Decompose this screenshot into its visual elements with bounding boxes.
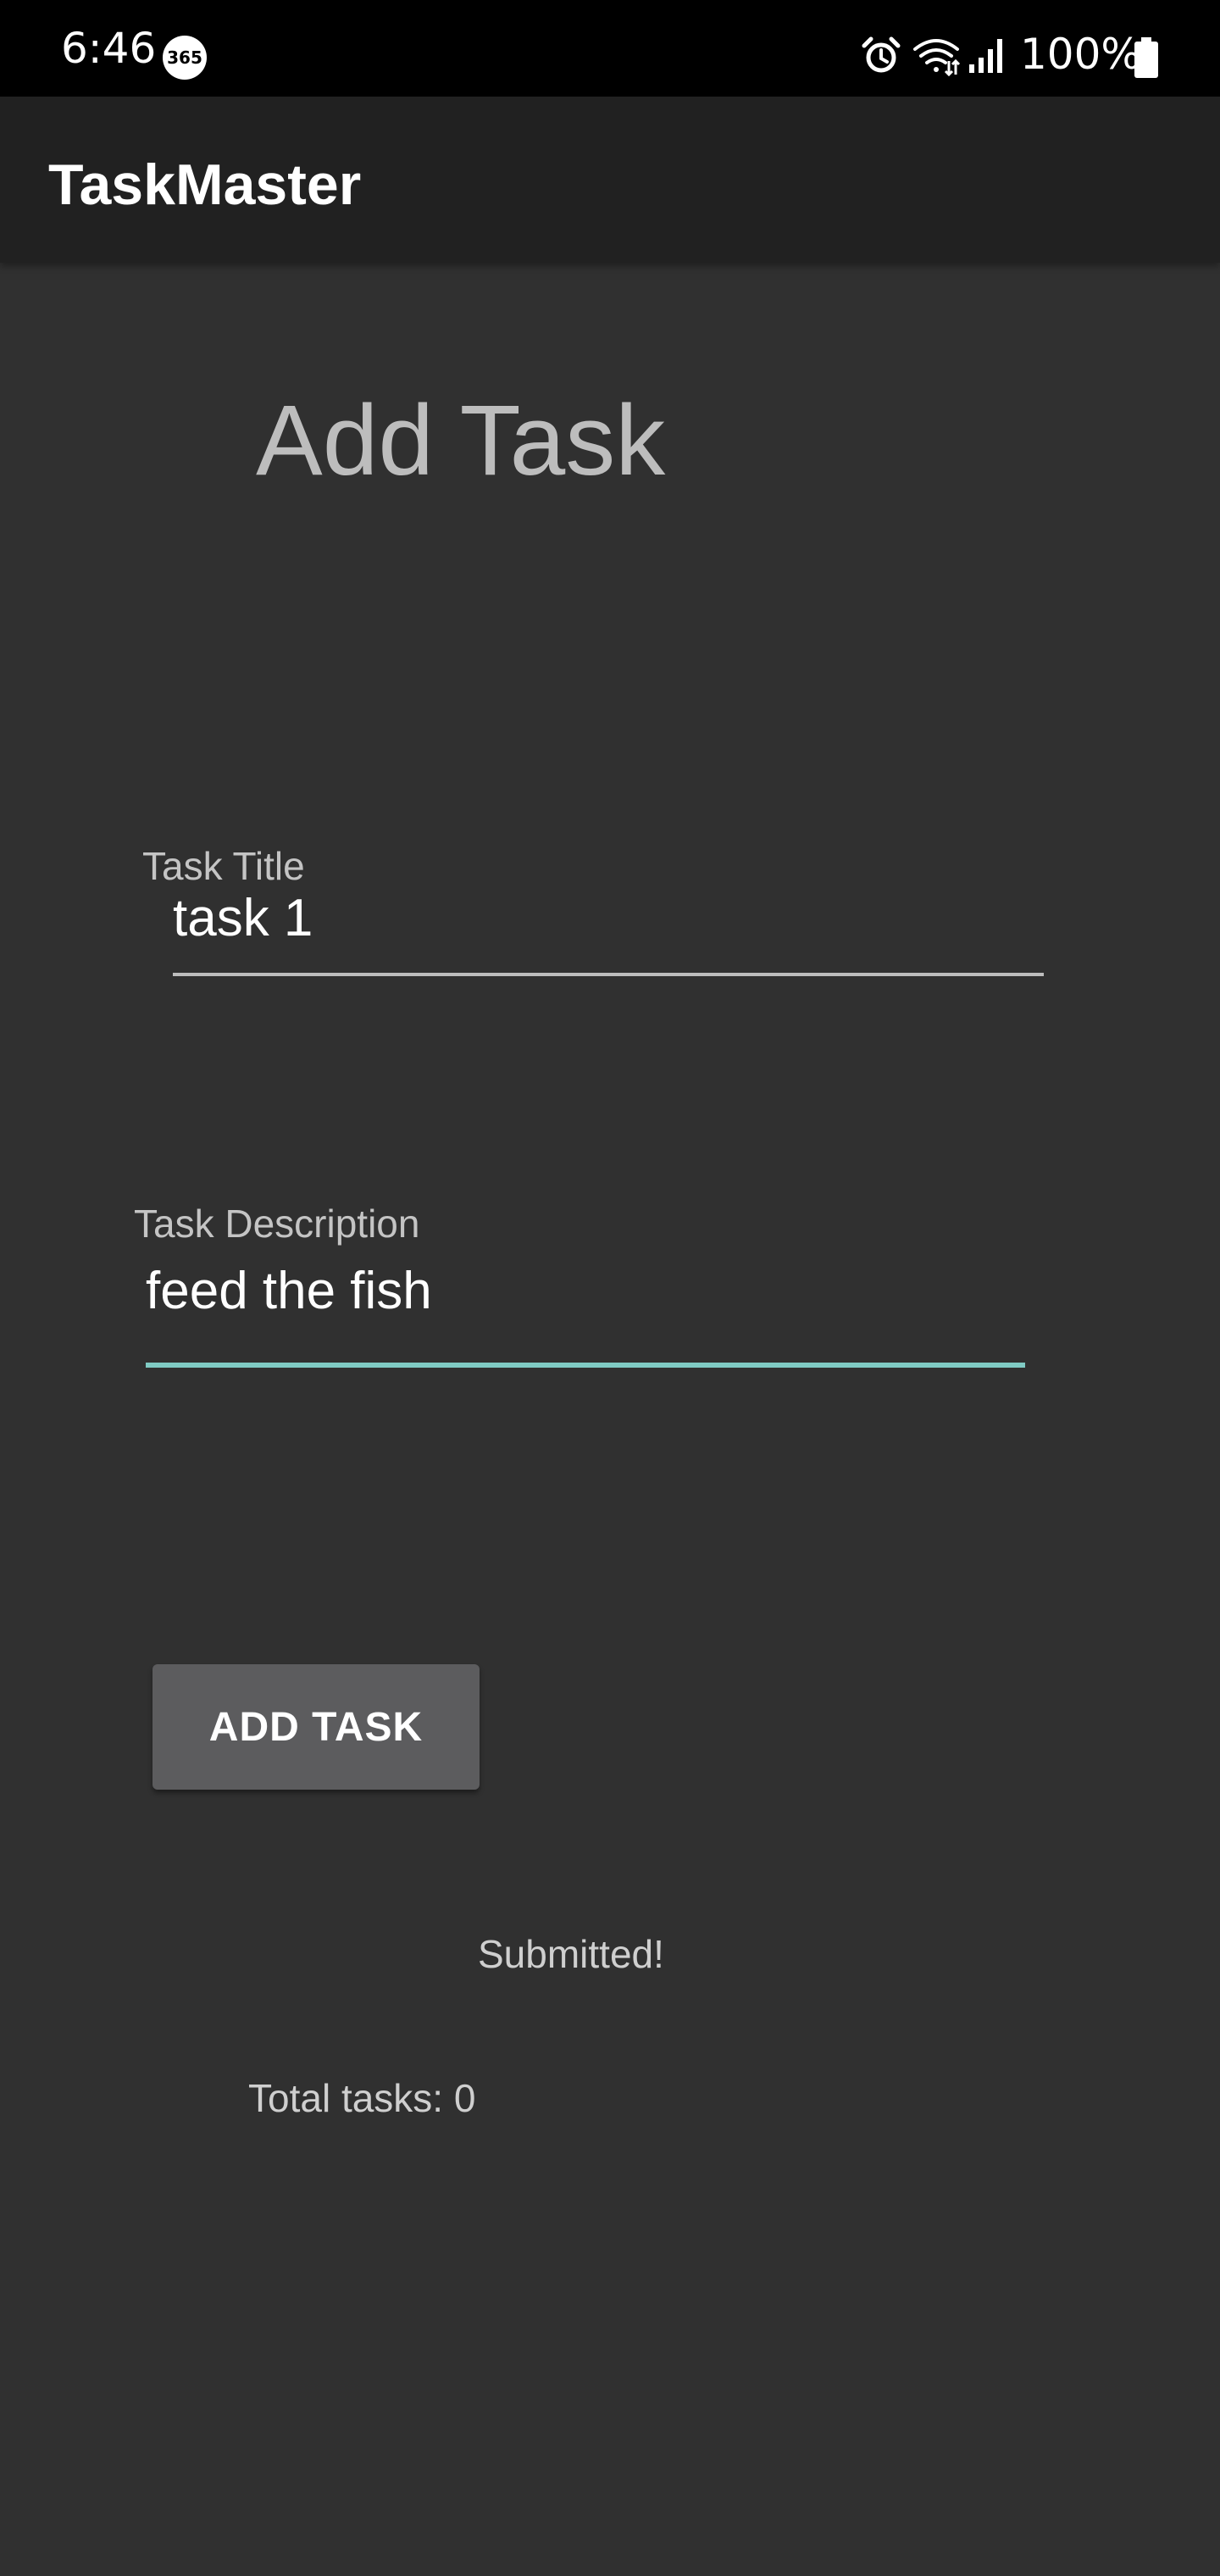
- alarm-icon: [862, 36, 901, 73]
- battery-percent: 100%: [1020, 30, 1141, 79]
- battery-icon: [1134, 37, 1158, 78]
- app-title: TaskMaster: [48, 153, 362, 217]
- app-bar: TaskMaster: [0, 97, 1220, 263]
- screen: 6:46 365 100% TaskMaster Add Task Task T…: [0, 0, 1220, 2576]
- task-title-input[interactable]: [173, 889, 1044, 948]
- status-time: 6:46: [61, 24, 157, 73]
- add-task-button[interactable]: ADD TASK: [152, 1664, 480, 1790]
- task-description-underline: [146, 1363, 1025, 1368]
- signal-icon: [969, 39, 1002, 73]
- status-bar: 6:46 365 100%: [0, 0, 1220, 97]
- wifi-icon: [913, 39, 961, 76]
- task-title-underline: [173, 973, 1044, 976]
- submit-status-text: Submitted!: [478, 1932, 664, 1976]
- total-tasks-text: Total tasks: 0: [248, 2076, 476, 2120]
- task-description-label: Task Description: [134, 1202, 420, 1246]
- notification-badge-icon: 365: [163, 36, 207, 80]
- page-title: Add Task: [256, 385, 666, 497]
- task-title-label: Task Title: [142, 844, 305, 888]
- task-description-input[interactable]: [146, 1262, 1025, 1321]
